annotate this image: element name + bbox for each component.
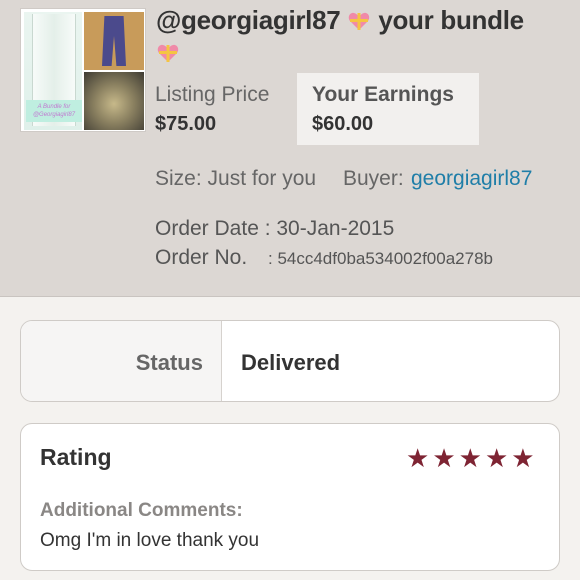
star-rating: ★ ★ ★ ★ ★ [406, 444, 535, 472]
status-card: Status Delivered [20, 320, 560, 402]
buyer-link[interactable]: georgiagirl87 [411, 167, 532, 191]
star-icon: ★ [458, 443, 482, 473]
star-icon: ★ [484, 443, 509, 473]
order-summary-header: A Bundle for @Georgiagirl87 @georgiagirl… [0, 0, 580, 297]
size-text: Size: Just for you [155, 167, 317, 190]
comments-text: Omg I'm in love thank you [40, 530, 260, 551]
seller-username[interactable]: @georgiagirl87 [156, 5, 341, 35]
gift-heart-icon [157, 44, 179, 62]
rating-card: Rating ★ ★ ★ ★ ★ Additional Comments: Omg I'… [20, 423, 560, 571]
thumbnail-caption: A Bundle for @Georgiagirl87 [26, 100, 82, 122]
listing-price-value: $75.00 [155, 113, 217, 135]
comments-label: Additional Comments: [40, 500, 243, 521]
bundle-title: @georgiagirl87 your bundle [156, 4, 566, 68]
star-icon: ★ [432, 443, 456, 473]
bundle-label: your bundle [378, 5, 524, 35]
cardigan-image: A Bundle for @Georgiagirl87 [24, 12, 82, 130]
status-value: Delivered [241, 350, 341, 375]
gift-heart-icon [349, 12, 370, 30]
order-number-value: : 54cc4df0ba534002f00a278b [268, 249, 493, 268]
rating-label: Rating [40, 444, 112, 470]
order-number-label: Order No. [155, 246, 248, 269]
status-label: Status [135, 350, 203, 375]
star-icon: ★ [406, 443, 430, 473]
jeans-image [84, 12, 144, 70]
earnings-label: Your Earnings [312, 83, 454, 106]
listing-price-label: Listing Price [155, 83, 270, 106]
order-date: Order Date : 30-Jan-2015 [155, 217, 395, 240]
star-icon: ★ [511, 443, 535, 473]
buyer-label: Buyer: [343, 167, 404, 190]
earnings-value: $60.00 [312, 113, 374, 135]
decor-image [84, 72, 144, 130]
earnings-box: Your Earnings $60.00 [297, 73, 479, 145]
bundle-thumbnail[interactable]: A Bundle for @Georgiagirl87 [20, 8, 146, 132]
